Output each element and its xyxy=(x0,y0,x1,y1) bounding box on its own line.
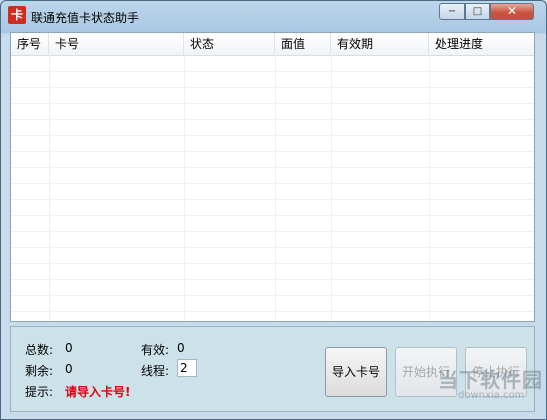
card-list-table[interactable]: 序号 卡号 状态 面值 有效期 处理进度 xyxy=(10,32,535,322)
grid-column-line xyxy=(275,55,276,321)
minimize-button[interactable]: − xyxy=(439,3,465,20)
grid-line xyxy=(11,231,534,232)
total-label: 总数: xyxy=(25,343,54,357)
column-header-face-value[interactable]: 面值 xyxy=(275,33,331,55)
grid-line xyxy=(11,167,534,168)
app-logo-icon: 卡 xyxy=(8,6,26,24)
column-header-expiry[interactable]: 有效期 xyxy=(331,33,429,55)
table-header: 序号 卡号 状态 面值 有效期 处理进度 xyxy=(11,33,534,56)
grid-line xyxy=(11,247,534,248)
grid-line xyxy=(11,119,534,120)
window-title: 联通充值卡状态助手 xyxy=(31,11,140,25)
import-cards-button[interactable]: 导入卡号 xyxy=(325,347,387,397)
maximize-button[interactable]: □ xyxy=(465,3,490,20)
column-header-progress[interactable]: 处理进度 xyxy=(429,33,534,55)
title-bar[interactable]: 卡 联通充值卡状态助手 − □ ✕ xyxy=(1,1,546,31)
threads-label: 线程: xyxy=(141,364,170,378)
maximize-icon: □ xyxy=(472,6,483,17)
grid-column-line xyxy=(331,55,332,321)
grid-column-line xyxy=(429,55,430,321)
grid-line xyxy=(11,135,534,136)
watermark-main: 当下软件园 xyxy=(438,368,543,392)
grid-column-line xyxy=(49,55,50,321)
grid-line xyxy=(11,71,534,72)
grid-line xyxy=(11,215,534,216)
grid-line xyxy=(11,311,534,312)
remaining-label: 剩余: xyxy=(25,364,54,378)
grid-line xyxy=(11,183,534,184)
hint-message: 请导入卡号! xyxy=(65,385,131,399)
main-window: 卡 联通充值卡状态助手 − □ ✕ 序号 卡号 状态 面值 有效期 处理进度 总… xyxy=(0,0,547,420)
close-button[interactable]: ✕ xyxy=(490,3,534,20)
close-icon: ✕ xyxy=(506,4,518,18)
minimize-icon: − xyxy=(447,6,457,17)
grid-column-line xyxy=(184,55,185,321)
grid-line xyxy=(11,263,534,264)
valid-label: 有效: xyxy=(141,343,170,357)
grid-line xyxy=(11,103,534,104)
remaining-value: 0 xyxy=(65,362,73,376)
column-header-card-number[interactable]: 卡号 xyxy=(49,33,184,55)
total-value: 0 xyxy=(65,341,73,355)
grid-line xyxy=(11,199,534,200)
hint-label: 提示: xyxy=(25,385,54,399)
column-header-status[interactable]: 状态 xyxy=(184,33,275,55)
grid-line xyxy=(11,151,534,152)
grid-line xyxy=(11,279,534,280)
grid-line xyxy=(11,87,534,88)
grid-line xyxy=(11,295,534,296)
valid-value: 0 xyxy=(177,341,185,355)
threads-input[interactable] xyxy=(177,359,197,377)
column-header-index[interactable]: 序号 xyxy=(11,33,49,55)
watermark-sub: downxia.com xyxy=(458,390,525,401)
watermark: 当下软件园 downxia.com xyxy=(438,364,543,401)
